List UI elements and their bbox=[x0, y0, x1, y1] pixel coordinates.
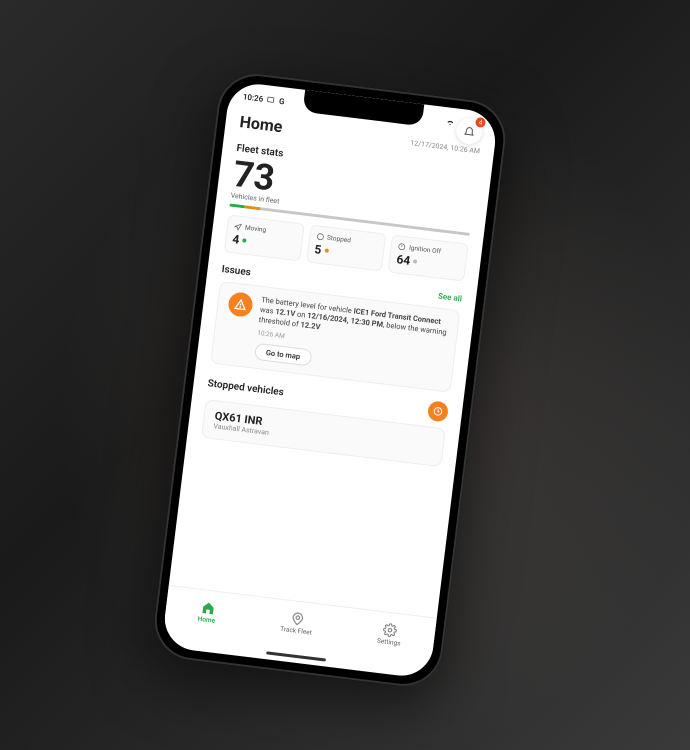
stopped-section-icon[interactable] bbox=[427, 401, 449, 423]
bell-icon bbox=[463, 124, 476, 137]
stat-value: 5 bbox=[314, 242, 323, 257]
stopped-label: Stopped vehicles bbox=[207, 378, 284, 398]
stopped-icon bbox=[316, 232, 325, 241]
nav-track-fleet[interactable]: Track Fleet bbox=[280, 610, 314, 637]
notifications-button[interactable]: 4 bbox=[455, 117, 484, 146]
scene-background: 10:26 G Home 4 bbox=[0, 0, 690, 750]
page-title: Home bbox=[239, 112, 284, 136]
status-app-letter: G bbox=[279, 96, 286, 106]
stat-card-moving[interactable]: Moving 4 bbox=[224, 214, 305, 261]
nav-label: Track Fleet bbox=[280, 625, 313, 637]
stat-value: 64 bbox=[396, 252, 411, 268]
android-home-handle[interactable] bbox=[266, 651, 326, 661]
gear-icon bbox=[382, 622, 398, 638]
message-icon bbox=[267, 95, 276, 104]
home-icon bbox=[200, 600, 216, 616]
phone-screen: 10:26 G Home 4 bbox=[161, 81, 498, 680]
ignition-off-icon bbox=[398, 242, 407, 251]
go-to-map-button[interactable]: Go to map bbox=[254, 343, 312, 367]
dot-green-icon bbox=[242, 238, 246, 242]
scroll-content[interactable]: Fleet stats 73 Vehicles in fleet Moving bbox=[169, 135, 492, 618]
warning-icon bbox=[227, 291, 254, 318]
wifi-icon bbox=[445, 116, 456, 127]
progress-moving bbox=[229, 203, 244, 208]
stat-label: Stopped bbox=[327, 234, 352, 245]
moving-icon bbox=[234, 222, 243, 231]
nav-label: Settings bbox=[377, 637, 402, 648]
issue-body: The battery level for vehicle ICE1 Ford … bbox=[254, 295, 449, 383]
progress-stopped bbox=[244, 205, 261, 210]
clock-icon bbox=[432, 406, 443, 417]
stat-card-ignition-off[interactable]: Ignition Off 64 bbox=[388, 235, 469, 282]
dot-grey-icon bbox=[413, 259, 417, 263]
stat-label: Moving bbox=[244, 224, 266, 235]
dot-orange-icon bbox=[324, 248, 328, 252]
issues-label: Issues bbox=[221, 264, 251, 278]
status-time: 10:26 bbox=[242, 92, 263, 103]
see-all-link[interactable]: See all bbox=[438, 292, 463, 304]
nav-settings[interactable]: Settings bbox=[377, 622, 403, 648]
location-icon bbox=[290, 611, 306, 627]
stat-value: 4 bbox=[232, 232, 241, 247]
nav-home[interactable]: Home bbox=[197, 600, 217, 625]
stat-card-stopped[interactable]: Stopped 5 bbox=[306, 224, 387, 271]
nav-label: Home bbox=[197, 615, 215, 625]
status-left: 10:26 G bbox=[242, 92, 285, 106]
